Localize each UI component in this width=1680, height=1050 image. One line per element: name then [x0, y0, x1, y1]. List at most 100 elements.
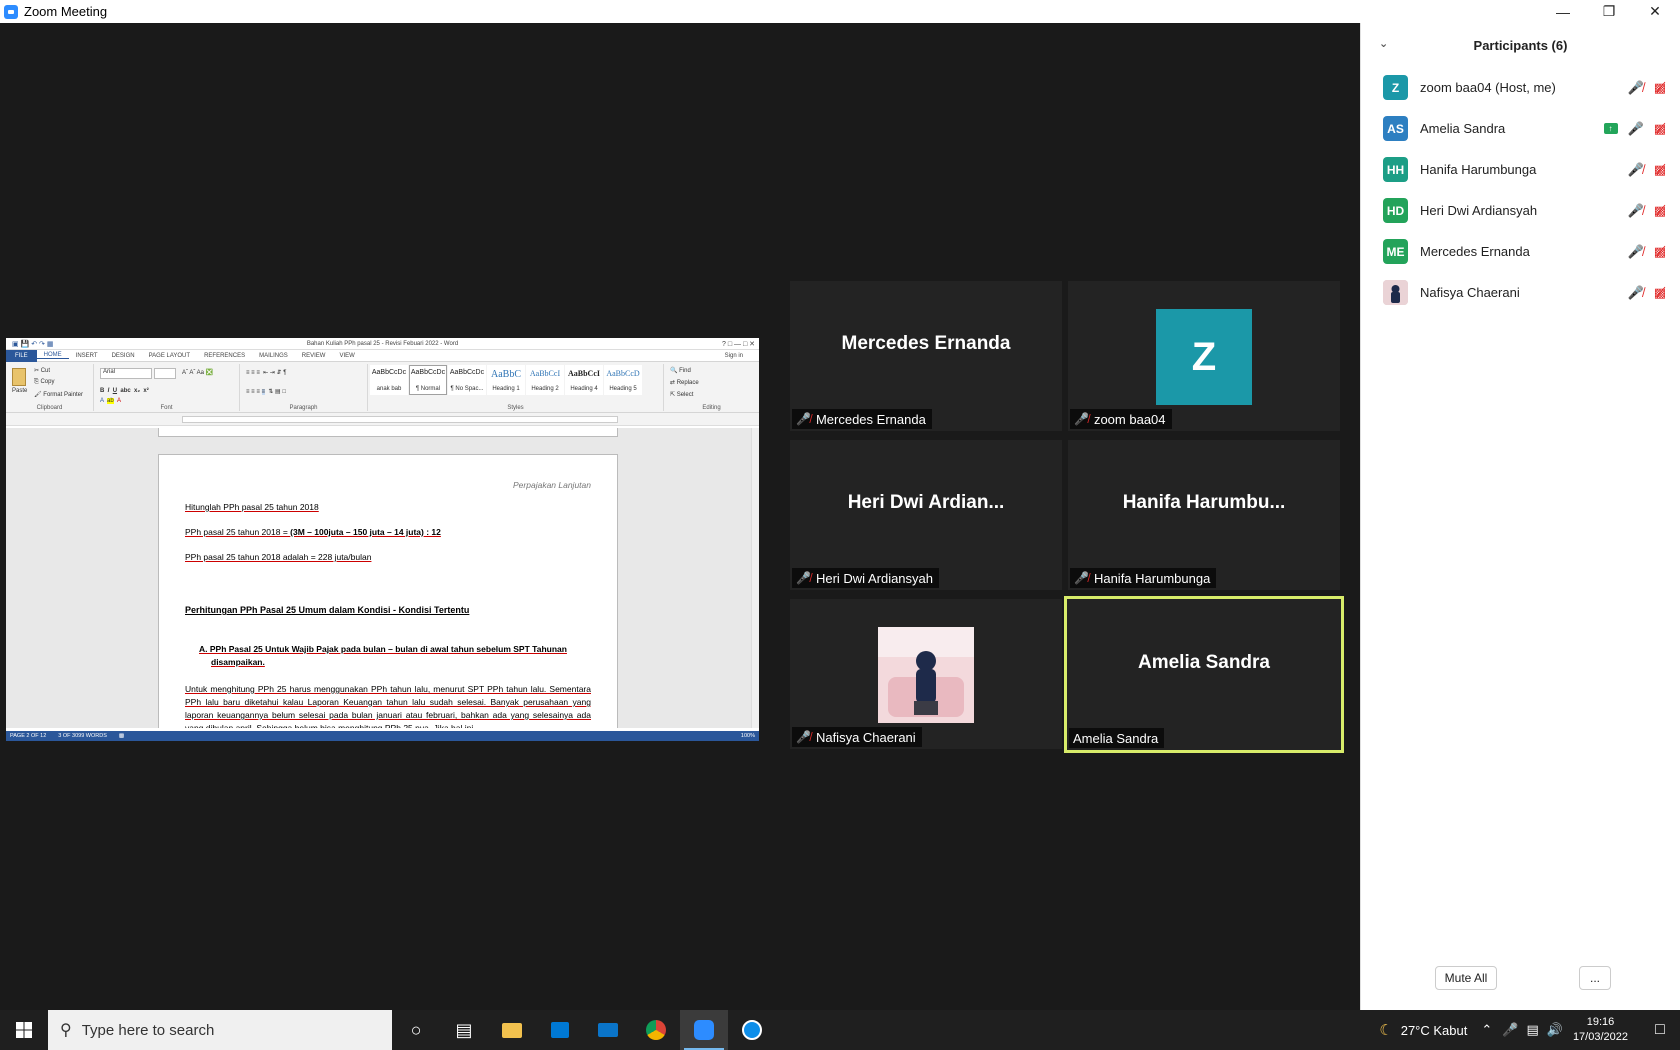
participant-row[interactable]: HD Heri Dwi Ardiansyah 🎤̸ ▩̸: [1361, 190, 1680, 231]
font-name-select[interactable]: Arial: [100, 368, 152, 379]
tab-review[interactable]: REVIEW: [295, 353, 333, 359]
style-heading-4[interactable]: AaBbCcI Heading 4: [565, 365, 603, 395]
font-group-label: Font: [160, 405, 173, 411]
tab-mailings[interactable]: MAILINGS: [252, 353, 295, 359]
participant-row[interactable]: HH Hanifa Harumbunga 🎤̸ ▩̸: [1361, 149, 1680, 190]
status-zoom[interactable]: 100%: [741, 733, 755, 739]
close-button[interactable]: ✕: [1632, 0, 1678, 23]
video-off-icon[interactable]: ▩̸: [1654, 162, 1666, 178]
mute-all-button[interactable]: Mute All: [1435, 966, 1497, 990]
microphone-icon[interactable]: 🎤: [1502, 1022, 1518, 1038]
video-tile[interactable]: Hanifa Harumbu... 🎤̸ Hanifa Harumbunga: [1068, 440, 1340, 590]
network-icon[interactable]: ▤: [1526, 1022, 1538, 1038]
tile-nameplate: 🎤̸ Mercedes Ernanda: [792, 409, 932, 429]
search-icon: ⚲: [60, 1022, 72, 1039]
video-tile[interactable]: Heri Dwi Ardian... 🎤̸ Heri Dwi Ardiansyah: [790, 440, 1062, 590]
notifications-icon[interactable]: □: [1640, 1021, 1680, 1039]
zoom-taskbar-icon[interactable]: [680, 1010, 728, 1050]
taskbar-clock[interactable]: 19:16 17/03/2022: [1573, 1015, 1628, 1045]
mic-muted-icon[interactable]: 🎤̸: [1628, 80, 1644, 96]
participant-name: Amelia Sandra: [1420, 121, 1506, 136]
video-off-icon[interactable]: ▩̸: [1654, 244, 1666, 260]
participant-row[interactable]: ME Mercedes Ernanda 🎤̸ ▩̸: [1361, 231, 1680, 272]
alignment-buttons[interactable]: ≡ ≡ ≡ ≡ ⇅ ▤ □: [246, 388, 286, 395]
more-options-button[interactable]: ...: [1579, 966, 1611, 990]
style-anak-bab[interactable]: AaBbCcDc anak bab: [370, 365, 408, 395]
tab-page-layout[interactable]: PAGE LAYOUT: [142, 353, 197, 359]
font-size-select[interactable]: [154, 368, 176, 379]
font-format-buttons[interactable]: B I U abc x₂ x²: [100, 388, 149, 394]
paragraph-group-label: Paragraph: [289, 405, 318, 411]
font-color-buttons[interactable]: A ab A: [100, 398, 121, 404]
shared-screen[interactable]: ▣ 💾 ↶ ↷ ▦ Bahan Kuliah PPh pasal 25 - Re…: [6, 338, 759, 741]
proofing-icon[interactable]: ▩: [119, 733, 124, 739]
status-page[interactable]: PAGE 2 OF 12: [10, 733, 46, 739]
replace-button[interactable]: ⇄ Replace: [670, 379, 699, 386]
style-heading-2[interactable]: AaBbCcI Heading 2: [526, 365, 564, 395]
taskbar-search-box[interactable]: ⚲ Type here to search: [48, 1010, 392, 1050]
mic-muted-icon[interactable]: 🎤̸: [1628, 203, 1644, 219]
microsoft-store-icon[interactable]: [536, 1010, 584, 1050]
video-off-icon[interactable]: ▩̸: [1654, 80, 1666, 96]
tab-design[interactable]: DESIGN: [105, 353, 142, 359]
mail-icon[interactable]: [584, 1010, 632, 1050]
style-heading-1[interactable]: AaBbC Heading 1: [487, 365, 525, 395]
style-sample: AaBbCcDc: [371, 369, 407, 376]
volume-icon[interactable]: 🔊: [1547, 1022, 1563, 1038]
paste-icon[interactable]: [12, 368, 26, 386]
format-painter-button[interactable]: 🖌 Format Painter: [34, 391, 83, 398]
weather-text[interactable]: 27°C Kabut: [1401, 1023, 1468, 1038]
mic-muted-icon[interactable]: 🎤̸: [1628, 244, 1644, 260]
mic-icon[interactable]: 🎤: [1628, 121, 1644, 137]
status-words[interactable]: 3 OF 3099 WORDS: [58, 733, 107, 739]
copy-button[interactable]: ⎘ Copy: [34, 379, 54, 386]
document-page[interactable]: Perpajakan Lanjutan Hitunglah PPh pasal …: [158, 454, 618, 728]
style-normal[interactable]: AaBbCcDc ¶ Normal: [409, 365, 447, 395]
cut-button[interactable]: ✂ Cut: [34, 367, 50, 374]
task-view-icon[interactable]: ▤: [440, 1010, 488, 1050]
video-off-icon[interactable]: ▩̸: [1654, 121, 1666, 137]
list-buttons[interactable]: ≡ ≡ ≡ ⇤ ⇥ ⇵ ¶: [246, 369, 286, 376]
tab-home[interactable]: HOME: [36, 352, 69, 359]
word-document-canvas[interactable]: Perpajakan Lanjutan Hitunglah PPh pasal …: [6, 428, 759, 728]
minimize-button[interactable]: —: [1540, 0, 1586, 23]
word-window-controls[interactable]: ? □ — □ ✕: [722, 340, 755, 348]
tab-view[interactable]: VIEW: [332, 353, 361, 359]
restore-button[interactable]: ❐: [1586, 0, 1632, 23]
video-tile[interactable]: Mercedes Ernanda 🎤̸ Mercedes Ernanda: [790, 281, 1062, 431]
mic-muted-icon[interactable]: 🎤̸: [1628, 285, 1644, 301]
video-off-icon[interactable]: ▩̸: [1654, 203, 1666, 219]
chrome-icon[interactable]: [632, 1010, 680, 1050]
weather-icon[interactable]: ☾: [1379, 1021, 1392, 1039]
find-button[interactable]: 🔍 Find: [670, 367, 691, 374]
video-tile[interactable]: 🎤̸ Nafisya Chaerani: [790, 599, 1062, 749]
person-photo-icon: [878, 627, 974, 723]
video-off-icon[interactable]: ▩̸: [1654, 285, 1666, 301]
start-button[interactable]: [0, 1010, 48, 1050]
word-vertical-scrollbar[interactable]: [751, 428, 759, 728]
previous-page-edge: [158, 428, 618, 437]
teamviewer-icon[interactable]: [728, 1010, 776, 1050]
collapse-chevron-icon[interactable]: ⌄: [1379, 37, 1388, 50]
video-tile[interactable]: Z 🎤̸ zoom baa04: [1068, 281, 1340, 431]
active-speaker-tile[interactable]: Amelia Sandra Amelia Sandra: [1064, 596, 1344, 753]
style-heading-5[interactable]: AaBbCcD Heading 5: [604, 365, 642, 395]
chevron-up-icon[interactable]: ⌃: [1481, 1022, 1492, 1038]
participant-status: 🎤̸ ▩̸: [1628, 203, 1666, 219]
mic-muted-icon[interactable]: 🎤̸: [1628, 162, 1644, 178]
font-grow-shrink-buttons[interactable]: Aˆ Aˇ Aa ❎: [182, 369, 213, 376]
cortana-icon[interactable]: ○: [392, 1010, 440, 1050]
participant-row[interactable]: Z zoom baa04 (Host, me) 🎤̸ ▩̸: [1361, 67, 1680, 108]
tab-references[interactable]: REFERENCES: [197, 353, 252, 359]
participant-row[interactable]: Nafisya Chaerani 🎤̸ ▩̸: [1361, 272, 1680, 313]
tile-display-name: Amelia Sandra: [1138, 651, 1270, 673]
file-explorer-icon[interactable]: [488, 1010, 536, 1050]
select-button[interactable]: ⇱ Select: [670, 391, 693, 398]
tab-file[interactable]: FILE: [6, 349, 37, 362]
participant-row[interactable]: AS Amelia Sandra ↑ 🎤 ▩̸: [1361, 108, 1680, 149]
style-no-spacing[interactable]: AaBbCcDc ¶ No Spac...: [448, 365, 486, 395]
word-sign-in[interactable]: Sign in: [725, 353, 743, 359]
tab-insert[interactable]: INSERT: [69, 353, 105, 359]
paste-button[interactable]: Paste: [12, 388, 27, 394]
word-ruler[interactable]: [6, 413, 759, 426]
